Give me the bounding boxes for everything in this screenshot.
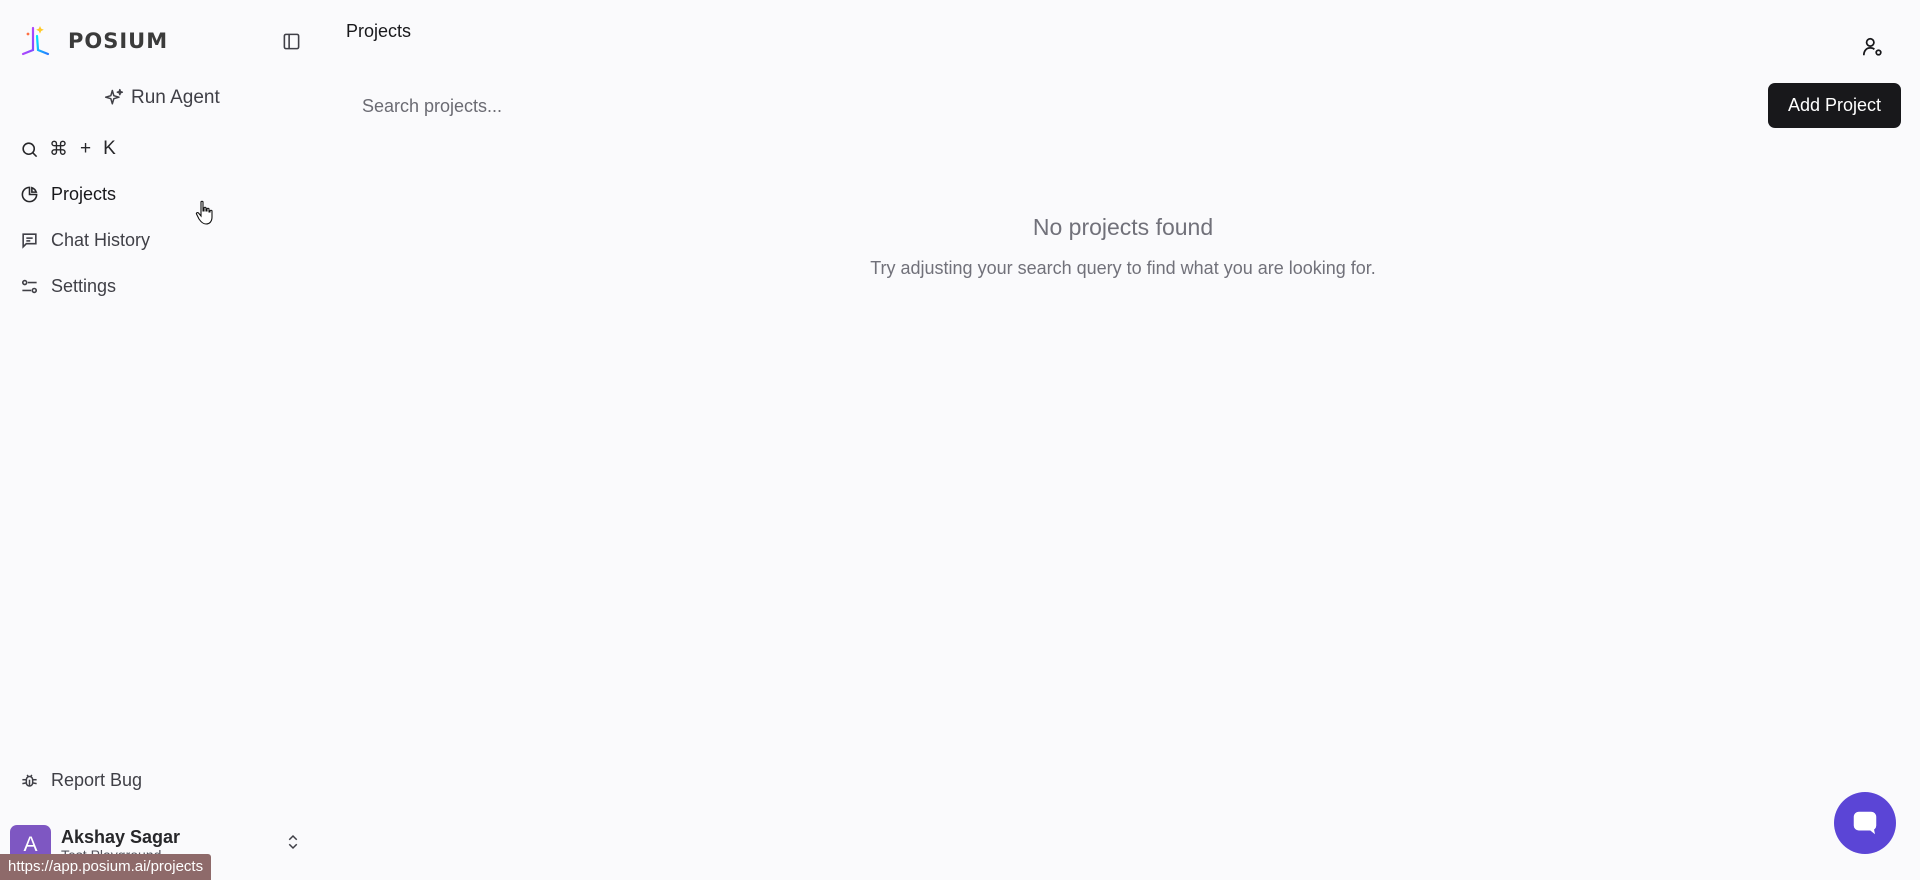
bug-icon [22, 774, 37, 787]
sparkles-icon [104, 88, 124, 105]
plus-key: + [80, 138, 92, 159]
sidebar-item-chat-history[interactable]: Chat History [20, 226, 150, 254]
search-icon [22, 141, 38, 157]
add-project-button[interactable]: Add Project [1768, 83, 1901, 128]
cmd-key: ⌘ [49, 138, 68, 160]
chevrons-up-down-icon [288, 834, 298, 850]
chat-bubble-icon [1853, 811, 1877, 835]
sidebar-item-projects[interactable]: Projects [20, 180, 116, 208]
sidebar-item-settings[interactable]: Settings [20, 272, 116, 300]
brand-name: POSIUM [68, 28, 169, 53]
page-title: Projects [346, 21, 412, 41]
message-icon [22, 232, 37, 249]
report-bug-label: Report Bug [51, 769, 143, 790]
user-settings-icon [1862, 37, 1882, 56]
posium-logo-icon [21, 26, 50, 56]
k-key: K [103, 138, 116, 159]
pie-chart-icon [21, 186, 38, 202]
search-shortcut[interactable]: ⌘ + K [20, 137, 116, 161]
search-input[interactable] [346, 86, 1046, 126]
logo[interactable]: POSIUM [20, 24, 168, 57]
app-root: POSIUM Run Agent ⌘ + K Projects Chat His… [0, 0, 1920, 880]
sidebar-item-label: Projects [51, 183, 117, 204]
user-name: Akshay Sagar [61, 826, 181, 847]
run-agent-button[interactable]: Run Agent [104, 84, 220, 112]
chat-widget-button[interactable] [1834, 792, 1896, 854]
sidebar-item-label: Chat History [51, 229, 151, 250]
status-bar-url: https://app.posium.ai/projects [0, 854, 212, 880]
hand-cursor-icon [195, 200, 213, 225]
profile-button[interactable] [1862, 36, 1886, 60]
report-bug-button[interactable]: Report Bug [20, 766, 142, 794]
run-agent-label: Run Agent [131, 87, 220, 108]
shortcut-keys: ⌘ + K [49, 138, 116, 161]
sidebar: POSIUM Run Agent ⌘ + K Projects Chat His… [0, 0, 320, 880]
sidebar-item-label: Settings [51, 275, 117, 296]
sliders-icon [21, 279, 38, 293]
sidebar-toggle-button[interactable] [279, 29, 303, 53]
panel-left-icon [283, 33, 299, 49]
